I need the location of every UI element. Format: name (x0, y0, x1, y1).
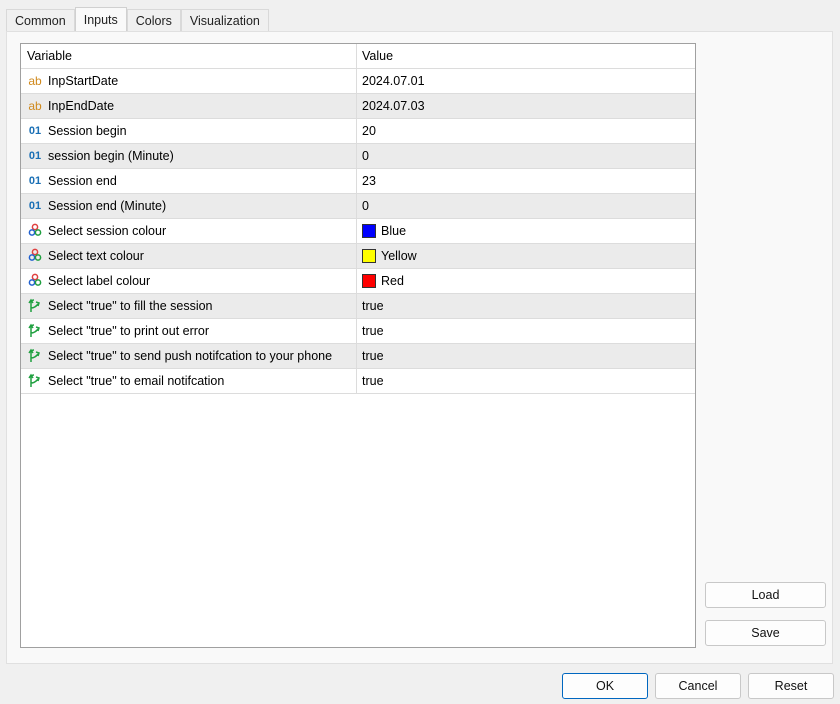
table-row[interactable]: Select label colour Red (21, 269, 695, 294)
variable-name: Session end (Minute) (48, 199, 167, 213)
variable-name: session begin (Minute) (48, 149, 174, 163)
value-cell[interactable]: 2024.07.03 (357, 94, 695, 118)
ok-button[interactable]: OK (562, 673, 648, 699)
inputs-table: Variable Value ab InpStartDate 2024.07.01 a… (20, 43, 696, 648)
variable-value[interactable]: true (362, 374, 384, 388)
variable-name: InpEndDate (48, 99, 115, 113)
string-type-icon: ab (28, 99, 42, 113)
header-variable[interactable]: Variable (21, 44, 357, 68)
reset-button[interactable]: Reset (748, 673, 834, 699)
variable-value[interactable]: 2024.07.03 (362, 99, 425, 113)
color-swatch (362, 224, 376, 238)
value-cell[interactable]: Red (357, 269, 695, 293)
tab-colors[interactable]: Colors (126, 9, 181, 33)
value-cell[interactable]: true (357, 294, 695, 318)
variable-value[interactable]: Red (381, 274, 404, 288)
variable-cell: Select "true" to fill the session (21, 294, 357, 318)
variable-name: Select session colour (48, 224, 167, 238)
variable-cell: ab InpEndDate (21, 94, 357, 118)
variable-value[interactable]: true (362, 324, 384, 338)
variable-value[interactable]: 20 (362, 124, 376, 138)
variable-value[interactable]: Yellow (381, 249, 417, 263)
tab-visualization[interactable]: Visualization (180, 9, 269, 33)
table-row[interactable]: 01 Session end 23 (21, 169, 695, 194)
table-row[interactable]: ab InpStartDate 2024.07.01 (21, 69, 695, 94)
table-row[interactable]: 01 Session end (Minute) 0 (21, 194, 695, 219)
value-cell[interactable]: true (357, 369, 695, 393)
variable-name: Select "true" to send push notifcation t… (48, 349, 333, 363)
bool-type-icon (27, 347, 43, 366)
table-row[interactable]: 01 session begin (Minute) 0 (21, 144, 695, 169)
variable-cell: 01 Session begin (21, 119, 357, 143)
value-cell[interactable]: 20 (357, 119, 695, 143)
value-cell[interactable]: true (357, 344, 695, 368)
table-row[interactable]: Select session colour Blue (21, 219, 695, 244)
variable-value[interactable]: 0 (362, 199, 369, 213)
bool-type-icon (27, 322, 43, 341)
table-row[interactable]: Select "true" to email notifcation true (21, 369, 695, 394)
load-button[interactable]: Load (705, 582, 826, 608)
variable-cell: Select "true" to send push notifcation t… (21, 344, 357, 368)
variable-cell: Select label colour (21, 269, 357, 293)
value-cell[interactable]: 23 (357, 169, 695, 193)
table-row[interactable]: Select text colour Yellow (21, 244, 695, 269)
bool-type-icon (27, 297, 43, 316)
variable-value[interactable]: true (362, 299, 384, 313)
integer-type-icon: 01 (28, 150, 42, 162)
variable-cell: Select session colour (21, 219, 357, 243)
bool-type-icon (27, 372, 43, 391)
value-cell[interactable]: 0 (357, 144, 695, 168)
tab-bar: Common Inputs Colors Visualization (6, 7, 269, 33)
variable-value[interactable]: 23 (362, 174, 376, 188)
variable-name: Session end (48, 174, 117, 188)
cancel-button[interactable]: Cancel (655, 673, 741, 699)
integer-type-icon: 01 (28, 175, 42, 187)
variable-value[interactable]: true (362, 349, 384, 363)
value-cell[interactable]: 2024.07.01 (357, 69, 695, 93)
value-cell[interactable]: 0 (357, 194, 695, 218)
tab-inputs[interactable]: Inputs (74, 7, 127, 33)
variable-name: Select "true" to print out error (48, 324, 210, 338)
table-row[interactable]: Select "true" to fill the session true (21, 294, 695, 319)
variable-name: Session begin (48, 124, 127, 138)
variable-cell: Select text colour (21, 244, 357, 268)
value-cell[interactable]: true (357, 319, 695, 343)
variable-cell: 01 Session end (21, 169, 357, 193)
value-cell[interactable]: Blue (357, 219, 695, 243)
table-row[interactable]: ab InpEndDate 2024.07.03 (21, 94, 695, 119)
color-type-icon (27, 248, 43, 265)
variable-value[interactable]: 0 (362, 149, 369, 163)
variable-value[interactable]: 2024.07.01 (362, 74, 425, 88)
tab-common[interactable]: Common (6, 9, 75, 33)
variable-cell: Select "true" to print out error (21, 319, 357, 343)
table-row[interactable]: Select "true" to send push notifcation t… (21, 344, 695, 369)
color-type-icon (27, 273, 43, 290)
variable-value[interactable]: Blue (381, 224, 406, 238)
variable-name: Select "true" to email notifcation (48, 374, 225, 388)
variable-name: Select text colour (48, 249, 144, 263)
table-row[interactable]: 01 Session begin 20 (21, 119, 695, 144)
variable-cell: Select "true" to email notifcation (21, 369, 357, 393)
variable-name: Select "true" to fill the session (48, 299, 213, 313)
string-type-icon: ab (28, 74, 42, 88)
variable-name: InpStartDate (48, 74, 119, 88)
variable-cell: ab InpStartDate (21, 69, 357, 93)
variable-cell: 01 Session end (Minute) (21, 194, 357, 218)
header-value[interactable]: Value (357, 44, 695, 68)
color-swatch (362, 249, 376, 263)
table-row[interactable]: Select "true" to print out error true (21, 319, 695, 344)
integer-type-icon: 01 (28, 125, 42, 137)
table-header: Variable Value (21, 44, 695, 69)
color-swatch (362, 274, 376, 288)
color-type-icon (27, 223, 43, 240)
integer-type-icon: 01 (28, 200, 42, 212)
value-cell[interactable]: Yellow (357, 244, 695, 268)
variable-name: Select label colour (48, 274, 151, 288)
variable-cell: 01 session begin (Minute) (21, 144, 357, 168)
save-button[interactable]: Save (705, 620, 826, 646)
